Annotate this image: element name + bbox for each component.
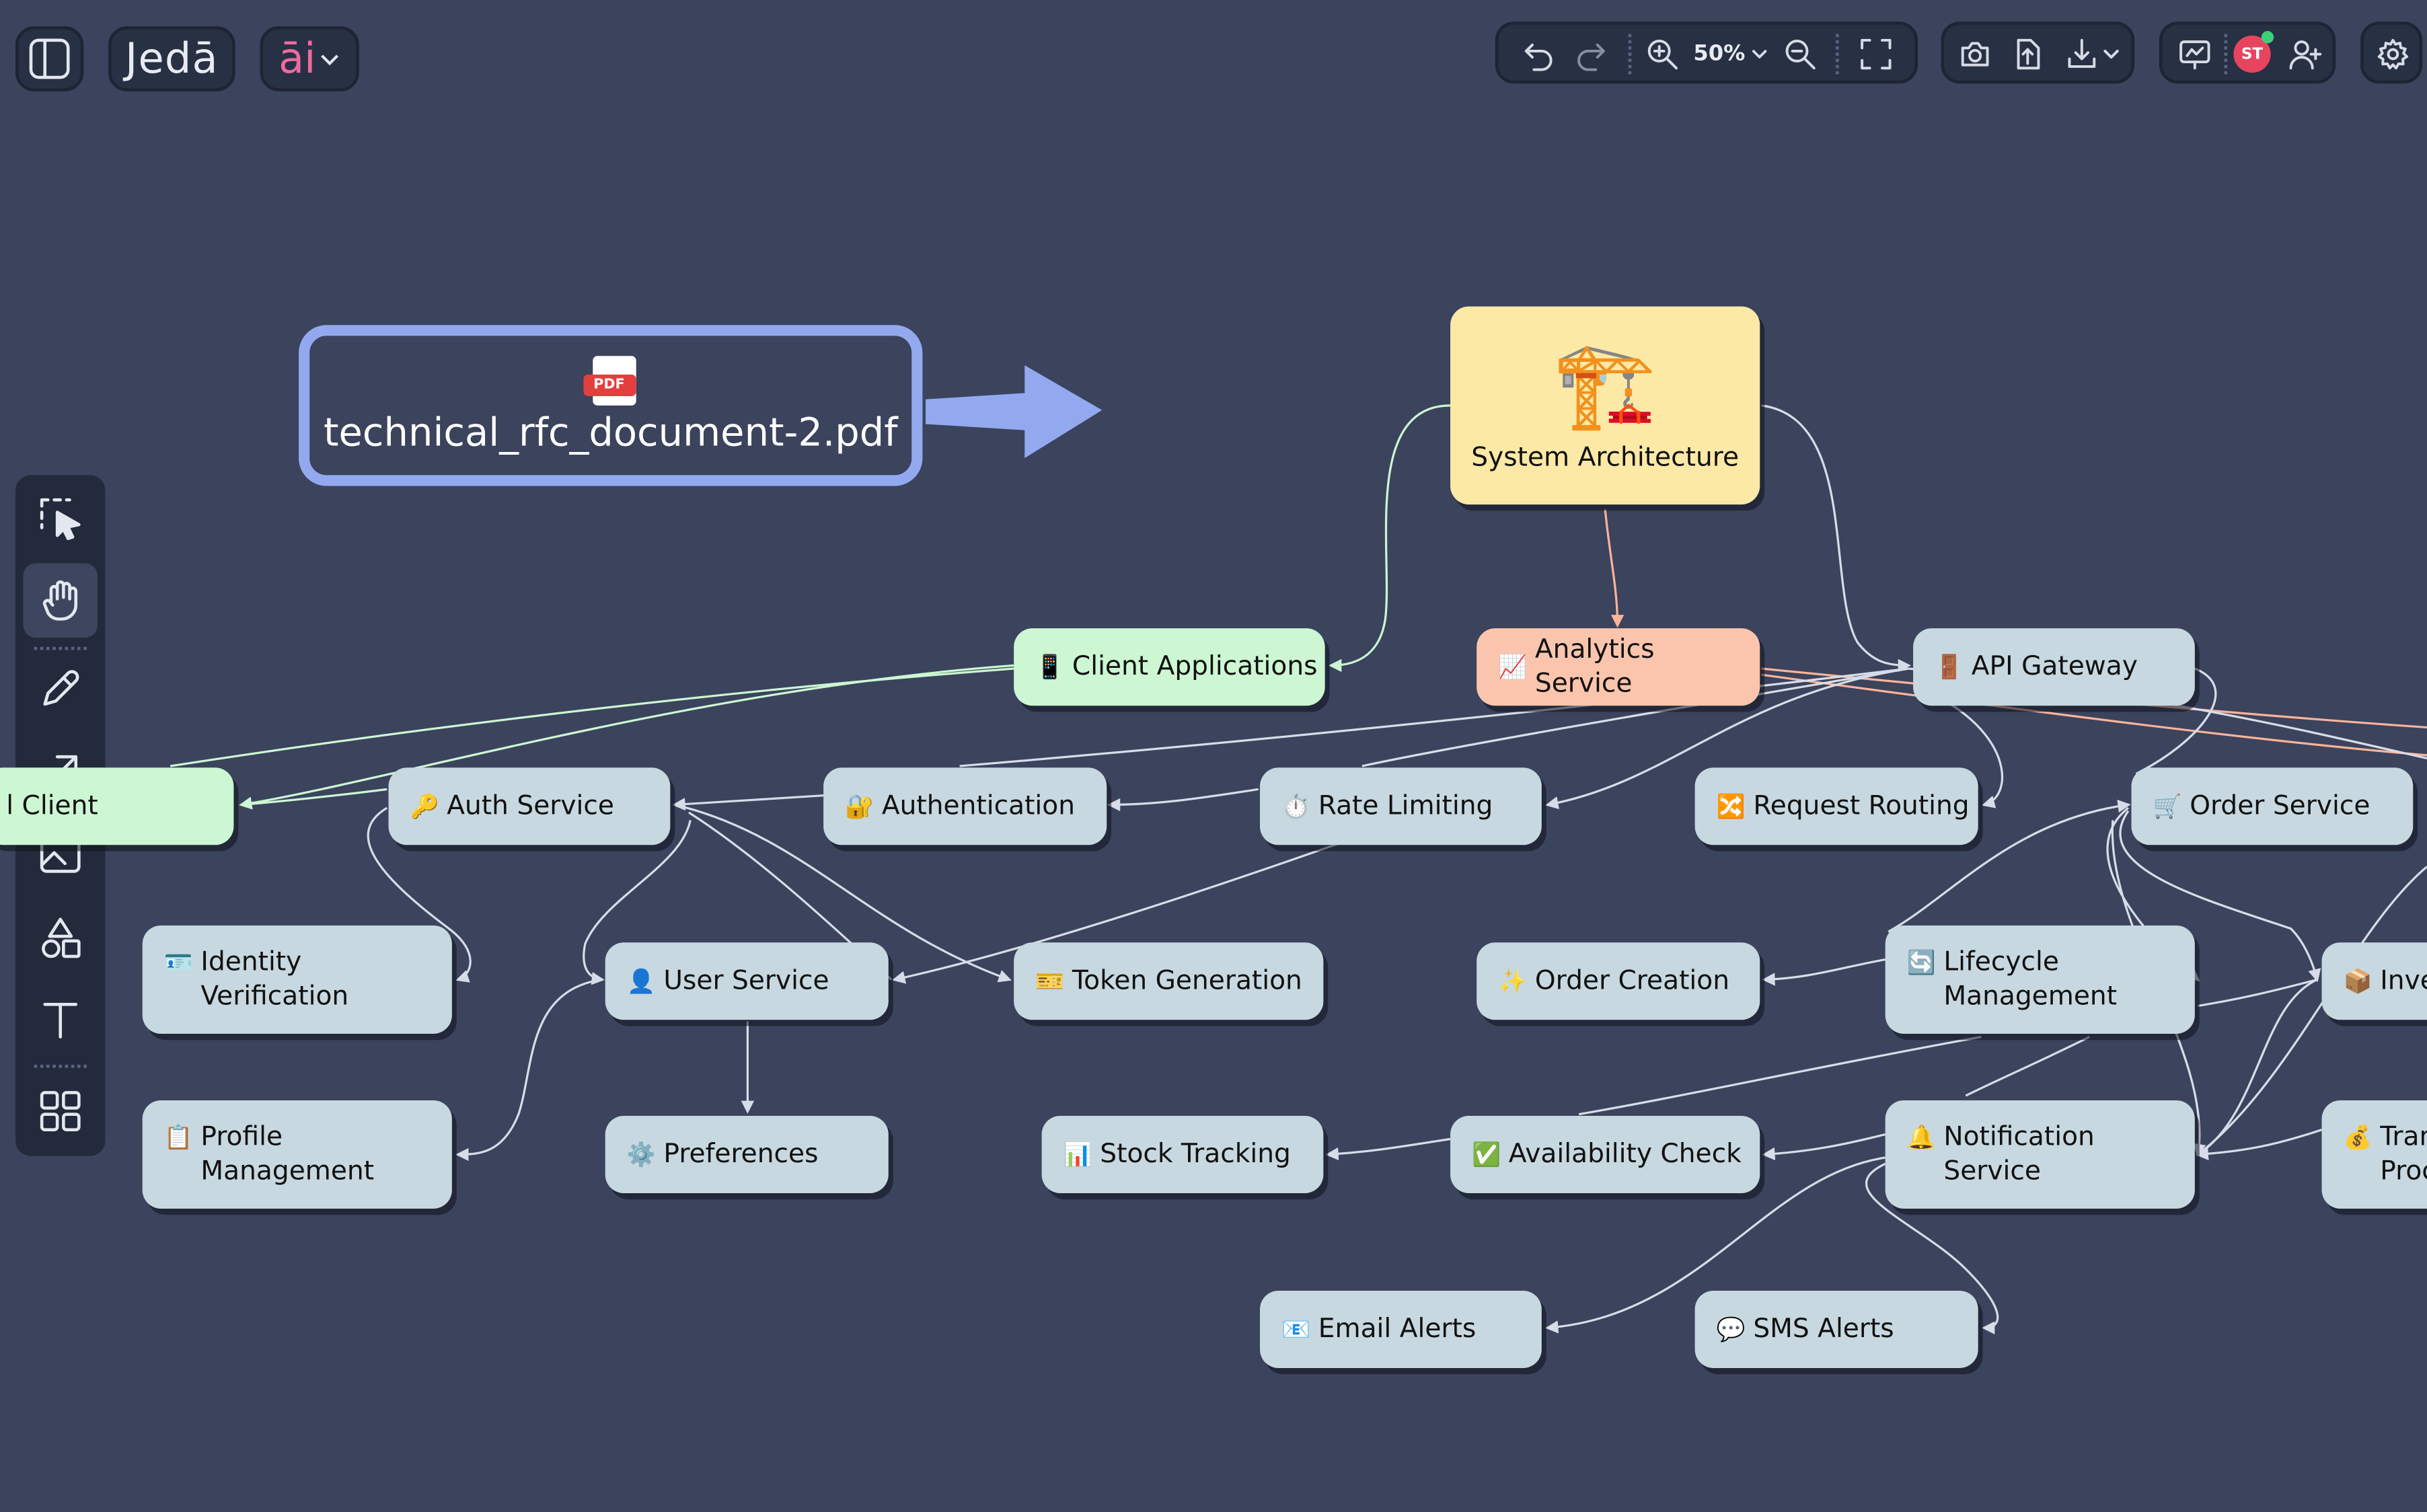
- node-system-architecture[interactable]: 🏗️ System Architecture: [1450, 306, 1760, 505]
- node-preferences[interactable]: ⚙️ Preferences: [605, 1115, 889, 1194]
- node-label: Token Generation: [1072, 965, 1302, 997]
- node-label: Auth Service: [447, 790, 614, 822]
- node-order-service[interactable]: 🛒 Order Service: [2131, 767, 2414, 845]
- node-label: User Service: [663, 965, 829, 997]
- edge-lifecycle-notification: [1965, 1036, 2091, 1097]
- node-label: Analytics Service: [1534, 634, 1655, 700]
- node-notification-service[interactable]: 🔔 Notification Service: [1885, 1100, 2195, 1209]
- key-icon: 🔑: [410, 792, 439, 821]
- check-mark-icon: ✅: [1472, 1140, 1501, 1169]
- crane-icon: 🏗️: [1553, 336, 1657, 434]
- node-label: Profile Management: [200, 1122, 375, 1187]
- node-authentication[interactable]: 🔐 Authentication: [823, 767, 1107, 845]
- node-label: l Client: [6, 790, 98, 822]
- money-bag-icon: 💰: [2343, 1123, 2373, 1151]
- node-stock-tracking[interactable]: 📊 Stock Tracking: [1041, 1115, 1324, 1194]
- bar-chart-icon: 📊: [1063, 1140, 1092, 1169]
- chart-up-icon: 📈: [1498, 652, 1528, 681]
- node-label: Notification Service: [1943, 1122, 2095, 1187]
- node-label: Inve: [2380, 965, 2427, 997]
- node-transaction-processing[interactable]: 💰 Tran Proces: [2321, 1100, 2427, 1209]
- node-label: API Gateway: [1971, 651, 2138, 683]
- node-label: Availability Check: [1508, 1139, 1742, 1170]
- node-profile-management[interactable]: 📋 Profile Management: [142, 1100, 452, 1209]
- node-label: Request Routing: [1753, 790, 1970, 822]
- node-label: Client Applications: [1072, 651, 1318, 683]
- edge-root-client-apps: [1329, 404, 1451, 673]
- package-icon: 📦: [2343, 967, 2373, 995]
- node-label: Preferences: [663, 1139, 819, 1170]
- speech-bubble-icon: 💬: [1716, 1315, 1746, 1344]
- id-card-icon: 🪪: [163, 948, 193, 977]
- email-icon: 📧: [1281, 1315, 1311, 1344]
- node-request-routing[interactable]: 🔀 Request Routing: [1694, 767, 1978, 845]
- sparkles-icon: ✨: [1498, 967, 1528, 995]
- ticket-icon: 🎫: [1035, 967, 1065, 995]
- edge-user-profile: [455, 978, 603, 1162]
- node-sms-alerts[interactable]: 💬 SMS Alerts: [1694, 1290, 1978, 1369]
- mobile-phone-icon: 📱: [1035, 652, 1065, 681]
- node-label: Order Service: [2190, 790, 2370, 822]
- pdf-file-icon: PDF: [583, 356, 638, 408]
- edge-lifecycle-ordercreation: [1762, 958, 1885, 986]
- bell-icon: 🔔: [1906, 1123, 1936, 1151]
- node-identity-verification[interactable]: 🪪 Identity Verification: [142, 925, 452, 1034]
- node-client-applications[interactable]: 📱 Client Applications: [1014, 628, 1325, 706]
- node-lifecycle-management[interactable]: 🔄 Lifecycle Management: [1885, 925, 2195, 1034]
- edge-availability-stock: [1325, 1137, 1451, 1161]
- node-client[interactable]: l Client: [0, 767, 234, 845]
- node-label: Tran Proces: [2380, 1122, 2427, 1187]
- gear-icon: ⚙️: [626, 1140, 656, 1169]
- node-email-alerts[interactable]: 📧 Email Alerts: [1260, 1290, 1542, 1369]
- shopping-cart-icon: 🛒: [2153, 792, 2182, 821]
- node-availability-check[interactable]: ✅ Availability Check: [1450, 1115, 1760, 1194]
- door-icon: 🚪: [1935, 652, 1964, 681]
- node-label: SMS Alerts: [1753, 1314, 1894, 1345]
- diagram-connectors: [170, 365, 2427, 1334]
- stopwatch-icon: ⏱️: [1281, 792, 1311, 821]
- node-inventory[interactable]: 📦 Inve: [2321, 942, 2427, 1020]
- edge-root-gateway: [1761, 404, 1912, 673]
- node-user-service[interactable]: 👤 User Service: [605, 942, 889, 1020]
- node-label: Stock Tracking: [1100, 1139, 1291, 1170]
- doc-arrow: [926, 365, 1103, 459]
- document-filename: technical_rfc_document-2.pdf: [323, 410, 898, 455]
- shuffle-icon: 🔀: [1716, 792, 1746, 821]
- node-rate-limiting[interactable]: ⏱️ Rate Limiting: [1260, 767, 1542, 845]
- node-order-creation[interactable]: ✨ Order Creation: [1477, 942, 1760, 1020]
- edge-ratelimit-authentication: [1107, 788, 1259, 812]
- edge-clientapps-left: [170, 667, 1014, 767]
- user-icon: 👤: [626, 967, 656, 995]
- node-label: Order Creation: [1534, 965, 1729, 997]
- node-label: Identity Verification: [200, 947, 349, 1012]
- clipboard-icon: 📋: [163, 1123, 193, 1151]
- node-auth-service[interactable]: 🔑 Auth Service: [388, 767, 671, 845]
- node-api-gateway[interactable]: 🚪 API Gateway: [1913, 628, 2195, 706]
- pdf-badge: PDF: [593, 377, 625, 393]
- edge-inventory-notification: [2197, 979, 2318, 1156]
- edge-authentication-auth: [672, 794, 824, 811]
- document-card[interactable]: PDF technical_rfc_document-2.pdf: [299, 325, 923, 486]
- node-label: Rate Limiting: [1318, 790, 1493, 822]
- node-label: System Architecture: [1471, 443, 1740, 474]
- node-label: Email Alerts: [1318, 1314, 1477, 1345]
- node-analytics-service[interactable]: 📈 Analytics Service: [1477, 628, 1760, 706]
- node-label: Authentication: [881, 790, 1076, 822]
- refresh-icon: 🔄: [1906, 948, 1936, 977]
- edge-transaction-notification: [2195, 1129, 2323, 1161]
- edge-root-analytics: [1604, 508, 1625, 628]
- node-token-generation[interactable]: 🎫 Token Generation: [1014, 942, 1324, 1020]
- lock-key-icon: 🔐: [845, 792, 874, 821]
- edge-notification-availability: [1762, 1133, 1886, 1161]
- node-label: Lifecycle Management: [1943, 947, 2118, 1012]
